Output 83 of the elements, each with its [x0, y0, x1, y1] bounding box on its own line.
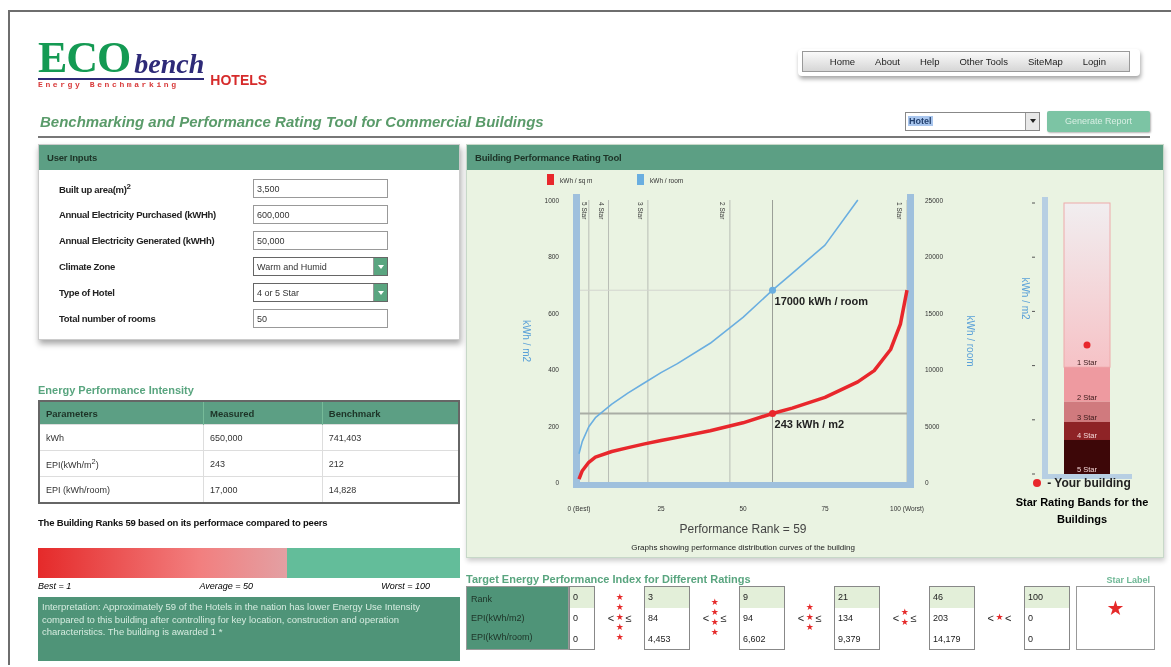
- rank-summary: The Building Ranks 59 based on its performace compared to peers: [38, 517, 329, 528]
- column-header: Measured: [203, 401, 323, 425]
- input-field[interactable]: 3,500: [253, 179, 388, 198]
- legend-dot-icon: [1033, 479, 1042, 487]
- interpretation-text: Interpretation: Approximately 59 of the Hotels in the nation has lower Energy Use Intensity compared to this building after controlling for key location, construction and operation characteristics. The building is awarded 1 *: [38, 597, 460, 661]
- row-label: EPI(kWh/room): [471, 632, 534, 643]
- nav-link[interactable]: Login: [1073, 56, 1115, 67]
- table-cell: 3: [645, 587, 689, 608]
- axis-title: kWh / m2: [1020, 277, 1031, 320]
- axis-title: kWh / m2: [521, 319, 532, 363]
- star-symbols: ★★★: [805, 603, 815, 633]
- table-cell: 100: [1025, 587, 1069, 608]
- nav-link[interactable]: Other Tools: [950, 56, 1017, 67]
- row-label: Rank: [471, 593, 493, 604]
- field-label: Annual Electricity Purchased (kWHh): [59, 209, 217, 220]
- caret-icon: [377, 264, 384, 269]
- star-symbols: ★: [1105, 597, 1126, 619]
- comparison-sign: <: [892, 612, 900, 624]
- table-cell: 17,000: [203, 476, 323, 503]
- comparison-sign: <: [1005, 612, 1012, 624]
- comparison-sign: ≤: [910, 612, 917, 624]
- nav-link[interactable]: Help: [910, 56, 949, 67]
- row-label: EPI(kWh/m2): [471, 613, 526, 623]
- column-header: Parameters: [39, 401, 204, 425]
- comparison-sign: <: [702, 612, 710, 624]
- building-marker: [1083, 341, 1091, 349]
- comparison-sign: <: [797, 612, 805, 624]
- panel-header: User Inputs: [39, 145, 459, 170]
- table-cell: 741,403: [322, 424, 459, 451]
- table-cell: 21: [835, 587, 879, 608]
- table-cell: kWh: [39, 424, 204, 451]
- comparison-sign: ≤: [815, 612, 822, 624]
- star-symbols: ★★★★★: [615, 593, 625, 643]
- axis-title: Performance Rank = 59: [679, 522, 807, 536]
- comparison-sign: <: [607, 612, 615, 624]
- comparison-sign: <: [987, 612, 994, 624]
- section-title: Target Energy Performance Index for Different Ratings: [466, 573, 751, 585]
- star-label-heading: Star Label: [1106, 575, 1150, 585]
- legend-label: - Your building: [1047, 476, 1131, 490]
- input-field[interactable]: 50: [253, 309, 388, 328]
- field-label: Total number of rooms: [59, 313, 157, 324]
- table-cell: 9: [740, 587, 784, 608]
- column-header: Benchmark: [322, 401, 459, 425]
- building-type-select[interactable]: Hotel: [905, 111, 1040, 131]
- comparison-sign: ≤: [625, 612, 632, 624]
- axis-title: kWh / room: [965, 315, 976, 367]
- nav-link[interactable]: About: [866, 56, 909, 67]
- chart-caption: Graphs showing performance distribution curves of the building: [631, 543, 855, 552]
- panel-header: Building Performance Rating Tool: [467, 145, 1163, 170]
- select-field[interactable]: 4 or 5 Star: [253, 283, 388, 302]
- field-label: Climate Zone: [59, 261, 117, 272]
- caret-icon: [377, 290, 384, 295]
- star-symbols: ★★★★: [710, 598, 720, 638]
- data-point: [769, 286, 776, 294]
- page-title: Benchmarking and Performance Rating Tool for Commercial Buildings: [40, 112, 545, 130]
- table-cell: 243: [203, 450, 323, 477]
- table-cell: 212: [322, 450, 459, 477]
- nav-link[interactable]: Home: [820, 56, 865, 67]
- scale-label: Worst = 100: [381, 581, 430, 591]
- field-label: Built up area(m)$^{2}$: [59, 181, 132, 196]
- caret-icon: [1029, 119, 1036, 123]
- table-cell: 14,828: [322, 476, 459, 503]
- annotation-label: 17000 kWh / room: [774, 295, 869, 308]
- input-field[interactable]: 50,000: [253, 231, 388, 250]
- field-label: Type of Hotel: [59, 287, 116, 298]
- table-cell: 46: [930, 587, 974, 608]
- section-title: Energy Performance Intensity: [38, 384, 195, 396]
- table-cell: 650,000: [203, 424, 323, 451]
- table-cell: 0: [570, 587, 594, 608]
- scale-label: Best = 1: [38, 581, 72, 591]
- select-field[interactable]: Warm and Humid: [253, 257, 388, 276]
- nav-link[interactable]: SiteMap: [1018, 56, 1072, 67]
- data-point: [769, 409, 776, 417]
- star-symbols: ★: [995, 613, 1004, 623]
- field-label: Annual Electricity Generated (kWHh): [59, 235, 216, 246]
- input-field[interactable]: 600,000: [253, 205, 388, 224]
- scale-label: Average = 50: [199, 581, 254, 591]
- star-symbols: ★★: [900, 608, 910, 628]
- bands-caption: Star Rating Bands for the Buildings: [1014, 495, 1150, 527]
- annotation-label: 243 kWh / m2: [774, 418, 845, 431]
- comparison-sign: ≤: [720, 612, 727, 624]
- table-cell: EPI (kWh/room): [39, 476, 204, 503]
- table-cell: EPI(kWh/m$^{2}$): [39, 450, 204, 477]
